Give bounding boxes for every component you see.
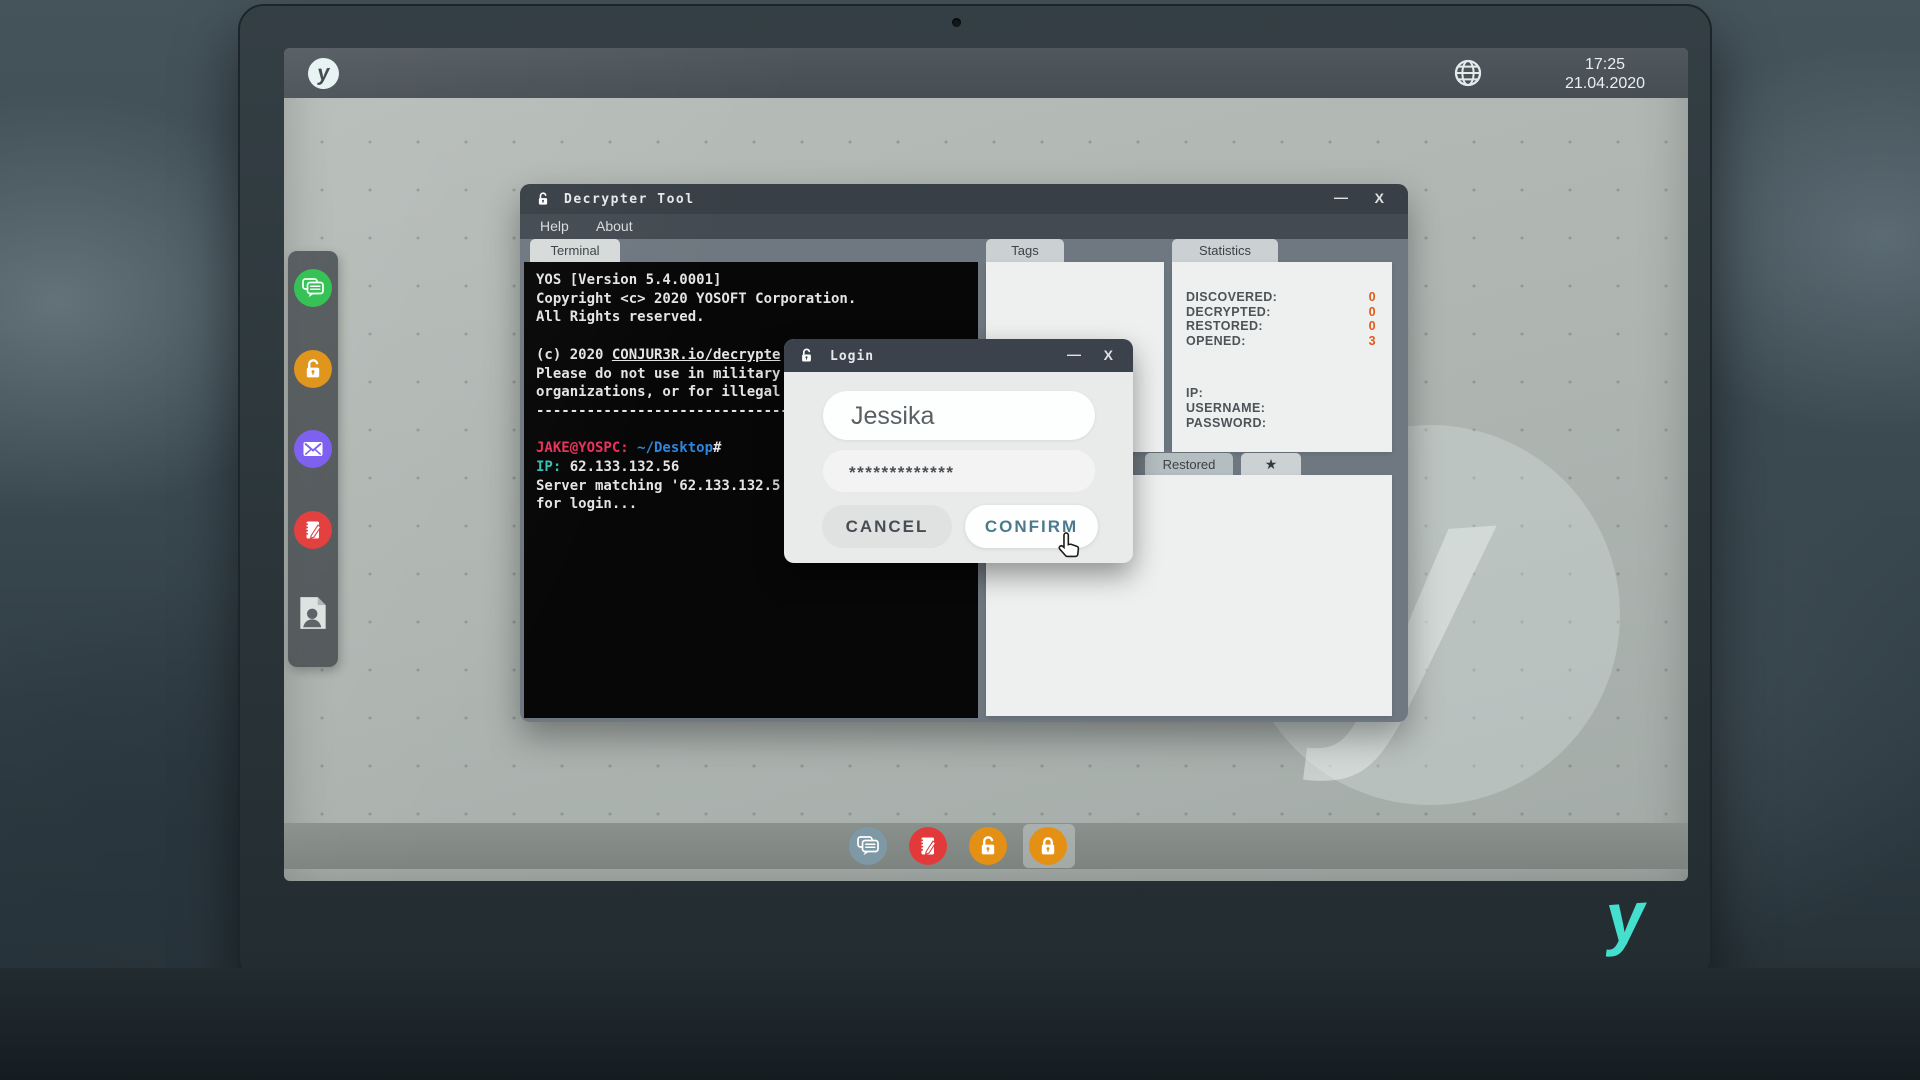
tab-statistics[interactable]: Statistics [1172,239,1278,262]
mail-icon[interactable] [294,430,332,468]
password-input[interactable]: ************* [823,450,1095,492]
decrypter-titlebar[interactable]: Decrypter Tool — X [520,184,1408,214]
login-title: Login [830,349,874,364]
os-logo-icon: y [307,57,340,90]
statistics-fields: IP:USERNAME:PASSWORD: [1172,386,1392,430]
system-topbar: y 17:25 21.04.2020 [284,48,1688,98]
stat-row: DISCOVERED:0 [1172,290,1392,305]
stat-row: RESTORED:0 [1172,319,1392,334]
stat-row: DECRYPTED:0 [1172,305,1392,320]
app-dock [288,251,338,667]
hand-cursor-icon [1053,529,1085,563]
notes-icon[interactable] [294,511,332,549]
tab-restored[interactable]: Restored [1145,453,1233,476]
clock-date: 21.04.2020 [1540,74,1670,93]
stat-field: IP: [1172,386,1392,401]
minimize-button[interactable]: — [1334,189,1348,205]
menubar: Help About [520,214,1408,239]
stat-field: USERNAME: [1172,401,1392,416]
username-input[interactable]: Jessika [823,391,1095,440]
system-clock: 17:25 21.04.2020 [1540,55,1670,93]
login-titlebar[interactable]: Login — X [784,339,1133,372]
tab-tags[interactable]: Tags [986,239,1064,262]
unlock-icon[interactable] [969,827,1007,865]
statistics-panel: DISCOVERED:0DECRYPTED:0RESTORED:0OPENED:… [1172,262,1392,452]
contact-file-icon[interactable] [294,594,332,632]
menu-help[interactable]: Help [540,218,569,234]
chat-icon[interactable] [849,827,887,865]
clock-time: 17:25 [1540,55,1670,74]
unlock-icon [798,347,815,364]
minimize-button[interactable]: — [1067,346,1081,362]
terminal-line: YOS [Version 5.4.0001] [536,271,978,290]
lock-icon[interactable] [1029,827,1067,865]
laptop-base [0,968,1920,1080]
window-title: Decrypter Tool [564,192,695,207]
unlock-icon [535,191,551,207]
webcam [952,18,961,27]
unlock-icon[interactable] [294,350,332,388]
menu-about[interactable]: About [596,218,633,234]
taskbar [284,823,1688,869]
terminal-line: All Rights reserved. [536,308,978,327]
terminal-line: Copyright <c> 2020 YOSOFT Corporation. [536,290,978,309]
chat-icon[interactable] [294,269,332,307]
stat-field: PASSWORD: [1172,416,1392,431]
brand-logo: y [1604,881,1648,954]
notes-icon[interactable] [909,827,947,865]
globe-icon[interactable] [1452,57,1484,89]
tab-terminal[interactable]: Terminal [530,239,620,262]
star-tab[interactable]: ★ [1241,453,1301,476]
stat-row: OPENED:3 [1172,334,1392,349]
laptop-screen: y y 17:25 21.04.2020 [284,48,1688,881]
statistics-counters: DISCOVERED:0DECRYPTED:0RESTORED:0OPENED:… [1172,262,1392,348]
close-button[interactable]: X [1104,347,1113,363]
cancel-button[interactable]: CANCEL [822,505,952,548]
scene: y y 17:25 21.04.2020 [0,0,1920,1080]
close-button[interactable]: X [1375,190,1384,206]
